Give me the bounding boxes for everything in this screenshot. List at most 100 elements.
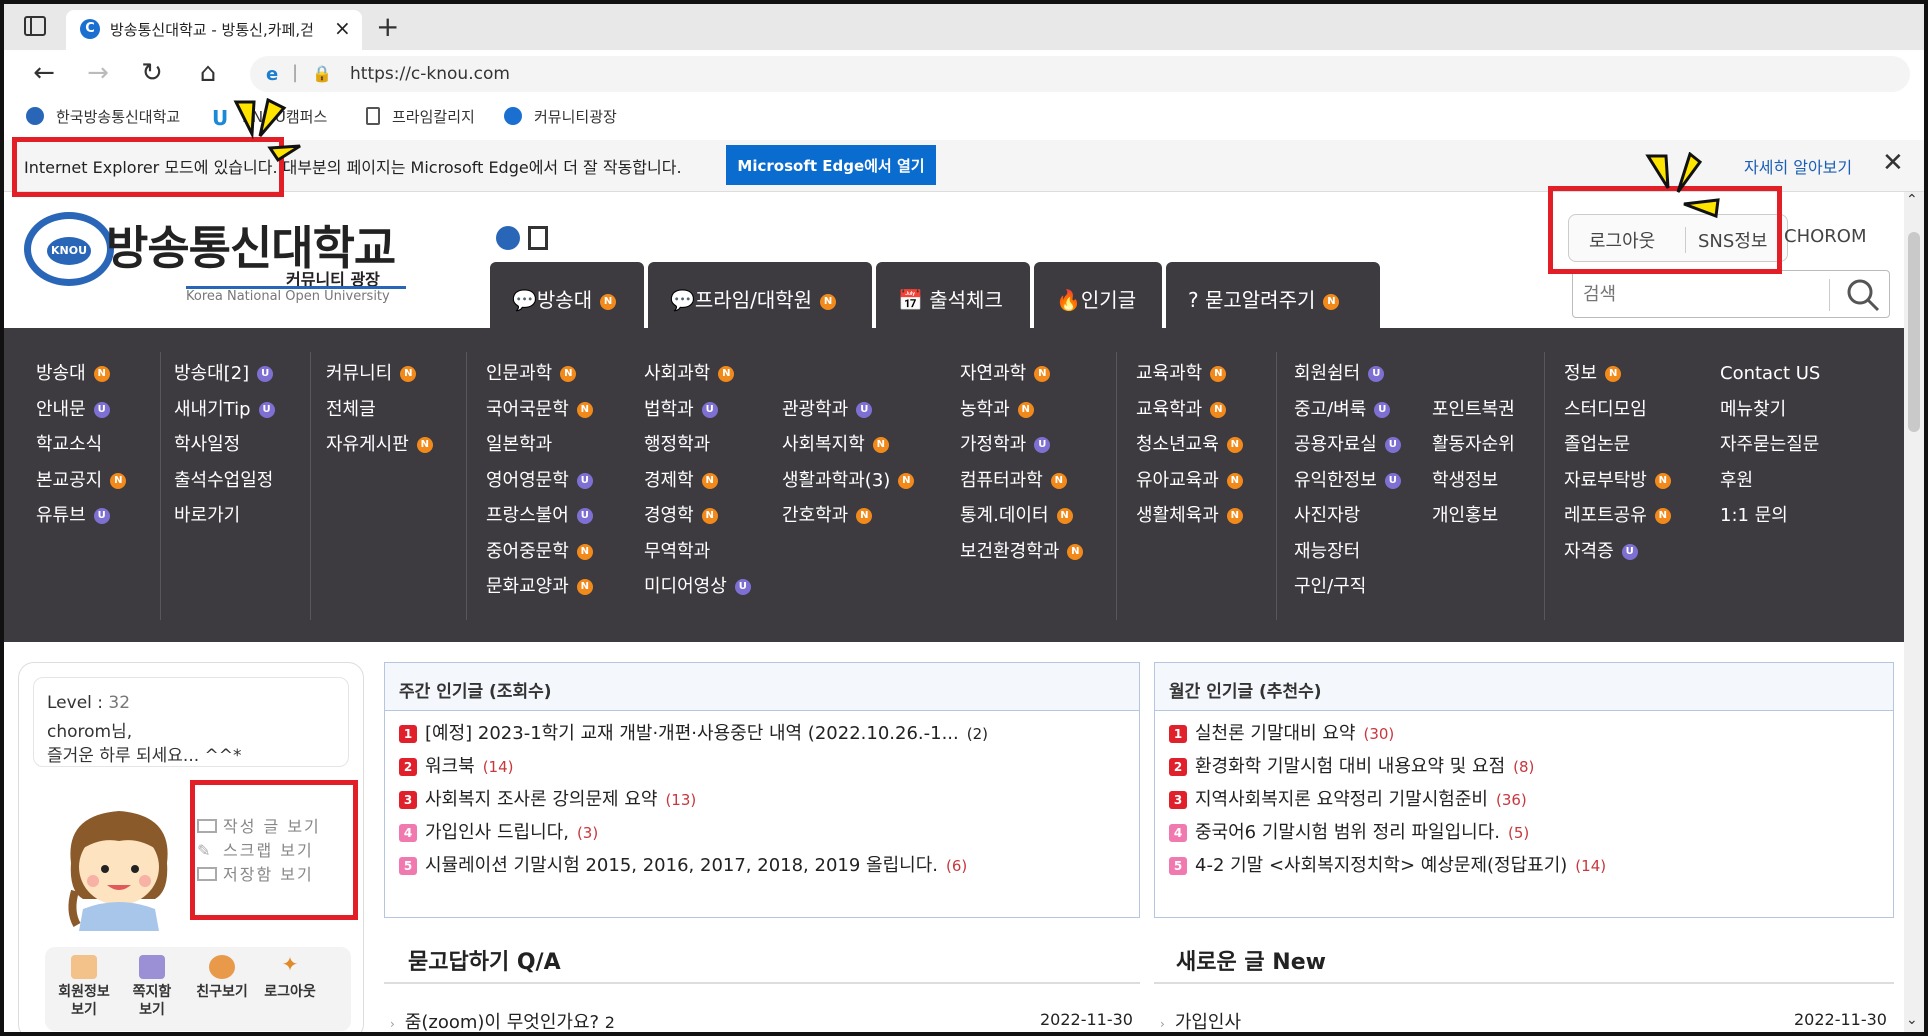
menu-item[interactable]: 학생정보: [1432, 463, 1515, 499]
menu-item[interactable]: 인문과학 N: [486, 356, 593, 392]
popular-post-row[interactable]: 1 실천론 기말대비 요약 (30): [1169, 719, 1394, 745]
menu-item[interactable]: 국어국문학 N: [486, 392, 593, 428]
menu-item[interactable]: 방송대 N: [36, 356, 126, 392]
popular-post-row[interactable]: 3 사회복지 조사론 강의문제 요약 (13): [399, 785, 696, 811]
tab-actions-icon[interactable]: [24, 16, 46, 36]
tab-ask-answer[interactable]: ? 묻고알려주기 N: [1166, 262, 1380, 328]
new-tab-button[interactable]: +: [376, 10, 399, 43]
menu-item[interactable]: 전체글: [326, 392, 433, 428]
popular-post-row[interactable]: 2 환경화학 기말시험 대비 내용요약 및 요점 (8): [1169, 752, 1534, 778]
menu-item[interactable]: 본교공지 N: [36, 463, 127, 499]
url-text[interactable]: https://c-knou.com: [350, 64, 510, 84]
menu-item[interactable]: 자연과학 N: [960, 356, 1083, 392]
menu-item[interactable]: 컴퓨터과학 N: [960, 463, 1083, 499]
ie-mode-icon[interactable]: e: [266, 64, 278, 85]
menu-item[interactable]: 정보 N: [1564, 356, 1671, 392]
menu-item[interactable]: 레포트공유 N: [1564, 498, 1671, 534]
bookmark-icon[interactable]: [528, 226, 548, 250]
tab-close-icon[interactable]: ×: [334, 16, 351, 40]
menu-item[interactable]: 유튜브 U: [36, 498, 126, 534]
home-icon[interactable]: ⌂: [188, 58, 228, 88]
popular-post-row[interactable]: 4 중국어6 기말시험 범위 정리 파일입니다. (5): [1169, 818, 1529, 844]
friends-button[interactable]: 친구보기: [185, 955, 259, 1001]
menu-item[interactable]: 미디어영상 U: [644, 569, 751, 605]
menu-item[interactable]: 사회복지학 N: [782, 427, 914, 463]
menu-item[interactable]: 활동자순위: [1432, 427, 1515, 463]
scroll-up-icon[interactable]: ⌃: [1906, 192, 1918, 208]
menu-item[interactable]: 재능장터: [1294, 534, 1401, 570]
menu-item[interactable]: 관광학과 U: [782, 392, 914, 428]
tab-popular[interactable]: 🔥인기글: [1034, 262, 1162, 328]
url-field[interactable]: e | 🔒 https://c-knou.com: [250, 56, 1910, 92]
menu-item[interactable]: 포인트복권: [1432, 392, 1515, 428]
menu-item[interactable]: 자주묻는질문: [1720, 427, 1820, 463]
menu-item[interactable]: 출석수업일정: [174, 463, 275, 499]
menu-item[interactable]: 간호학과 N: [782, 498, 914, 534]
menu-item[interactable]: 메뉴찾기: [1720, 392, 1820, 428]
bookmark-knou[interactable]: 한국방송통신대학교: [26, 106, 180, 127]
menu-item[interactable]: 프랑스불어 U: [486, 498, 593, 534]
qa-row[interactable]: › 줌(zoom)이 무엇인가요? 2: [390, 1008, 615, 1032]
menu-item[interactable]: 사회과학 N: [644, 356, 751, 392]
menu-item[interactable]: 생활체육과 N: [1136, 498, 1243, 534]
my-posts-link[interactable]: 작성 글 보기: [197, 813, 321, 837]
qa-section-title[interactable]: 묻고답하기 Q/A: [408, 944, 561, 976]
menu-item[interactable]: 커뮤니티 N: [326, 356, 433, 392]
tab-bangsongdae[interactable]: 💬방송대 N: [490, 262, 644, 328]
message-box-button[interactable]: 쪽지함 보기: [115, 955, 189, 1019]
back-icon[interactable]: ←: [24, 58, 64, 88]
menu-item[interactable]: Contact US: [1720, 356, 1820, 392]
popular-post-row[interactable]: 5 시뮬레이션 기말시험 2015, 2016, 2017, 2018, 2019…: [399, 851, 967, 877]
list-icon[interactable]: [496, 226, 520, 250]
popular-post-row[interactable]: 1 [예정] 2023-1학기 교재 개발·개편·사용중단 내역 (2022.10…: [399, 719, 988, 745]
bookmark-community[interactable]: 커뮤니티광장: [504, 106, 617, 127]
menu-item[interactable]: 영어영문학 U: [486, 463, 593, 499]
scrollbar-thumb[interactable]: [1908, 232, 1920, 432]
menu-item[interactable]: 1:1 문의: [1720, 498, 1820, 534]
username[interactable]: CHOROM: [1784, 226, 1866, 247]
page-scrollbar[interactable]: ⌃ ⌄: [1904, 192, 1924, 1032]
menu-item[interactable]: 무역학과: [644, 534, 751, 570]
menu-item[interactable]: 법학과 U: [644, 392, 751, 428]
new-posts-title[interactable]: 새로운 글 New: [1176, 944, 1326, 976]
menu-item[interactable]: 후원: [1720, 463, 1820, 499]
menu-item[interactable]: 방송대[2] U: [174, 356, 275, 392]
menu-item[interactable]: 공용자료실 U: [1294, 427, 1401, 463]
menu-item[interactable]: 새내기Tip U: [174, 392, 275, 428]
menu-item[interactable]: 중고/벼룩 U: [1294, 392, 1401, 428]
popular-post-row[interactable]: 4 가입인사 드립니다, (3): [399, 818, 598, 844]
forward-icon[interactable]: →: [78, 58, 118, 88]
menu-item[interactable]: 바로가기: [174, 498, 275, 534]
popular-post-row[interactable]: 5 4-2 기말 <사회복지정치학> 예상문제(정답표기) (14): [1169, 851, 1606, 877]
popular-post-row[interactable]: 3 지역사회복지론 요약정리 기말시험준비 (36): [1169, 785, 1527, 811]
close-infobar-icon[interactable]: ✕: [1882, 148, 1904, 178]
logout-button[interactable]: 로그아웃: [1589, 227, 1655, 253]
menu-item[interactable]: 졸업논문: [1564, 427, 1671, 463]
menu-item[interactable]: 안내문 U: [36, 392, 126, 428]
scrap-link[interactable]: ✎ 스크랩 보기: [197, 837, 314, 861]
bookmark-prime[interactable]: 프라임칼리지: [366, 106, 475, 127]
search-input[interactable]: [1583, 279, 1823, 309]
menu-item[interactable]: 자격증 U: [1564, 534, 1671, 570]
browser-tab[interactable]: C 방송통신대학교 - 방통신,카페,걷 ×: [66, 10, 362, 50]
sns-info-button[interactable]: SNS정보: [1685, 227, 1767, 253]
menu-item[interactable]: 농학과 N: [960, 392, 1083, 428]
bookmark-campus[interactable]: U KNOU캠퍼스: [212, 106, 327, 130]
storage-link[interactable]: 저장함 보기: [197, 861, 314, 885]
search-icon[interactable]: [1843, 275, 1883, 315]
menu-item[interactable]: 스터디모임: [1564, 392, 1671, 428]
new-row[interactable]: › 가입인사: [1160, 1008, 1241, 1032]
menu-item[interactable]: 학교소식: [36, 427, 126, 463]
menu-item[interactable]: 중어중문학 N: [486, 534, 593, 570]
menu-item[interactable]: 교육학과 N: [1136, 392, 1243, 428]
menu-item[interactable]: 생활과학과(3) N: [782, 463, 915, 499]
menu-item[interactable]: 학사일정: [174, 427, 275, 463]
menu-item[interactable]: 일본학과: [486, 427, 593, 463]
menu-item[interactable]: 청소년교육 N: [1136, 427, 1243, 463]
menu-item[interactable]: 경영학 N: [644, 498, 751, 534]
menu-item[interactable]: 사진자랑: [1294, 498, 1401, 534]
menu-item[interactable]: 경제학 N: [644, 463, 751, 499]
refresh-icon[interactable]: ↻: [132, 58, 172, 88]
menu-item[interactable]: 행정학과: [644, 427, 751, 463]
menu-item[interactable]: 회원쉼터 U: [1294, 356, 1401, 392]
